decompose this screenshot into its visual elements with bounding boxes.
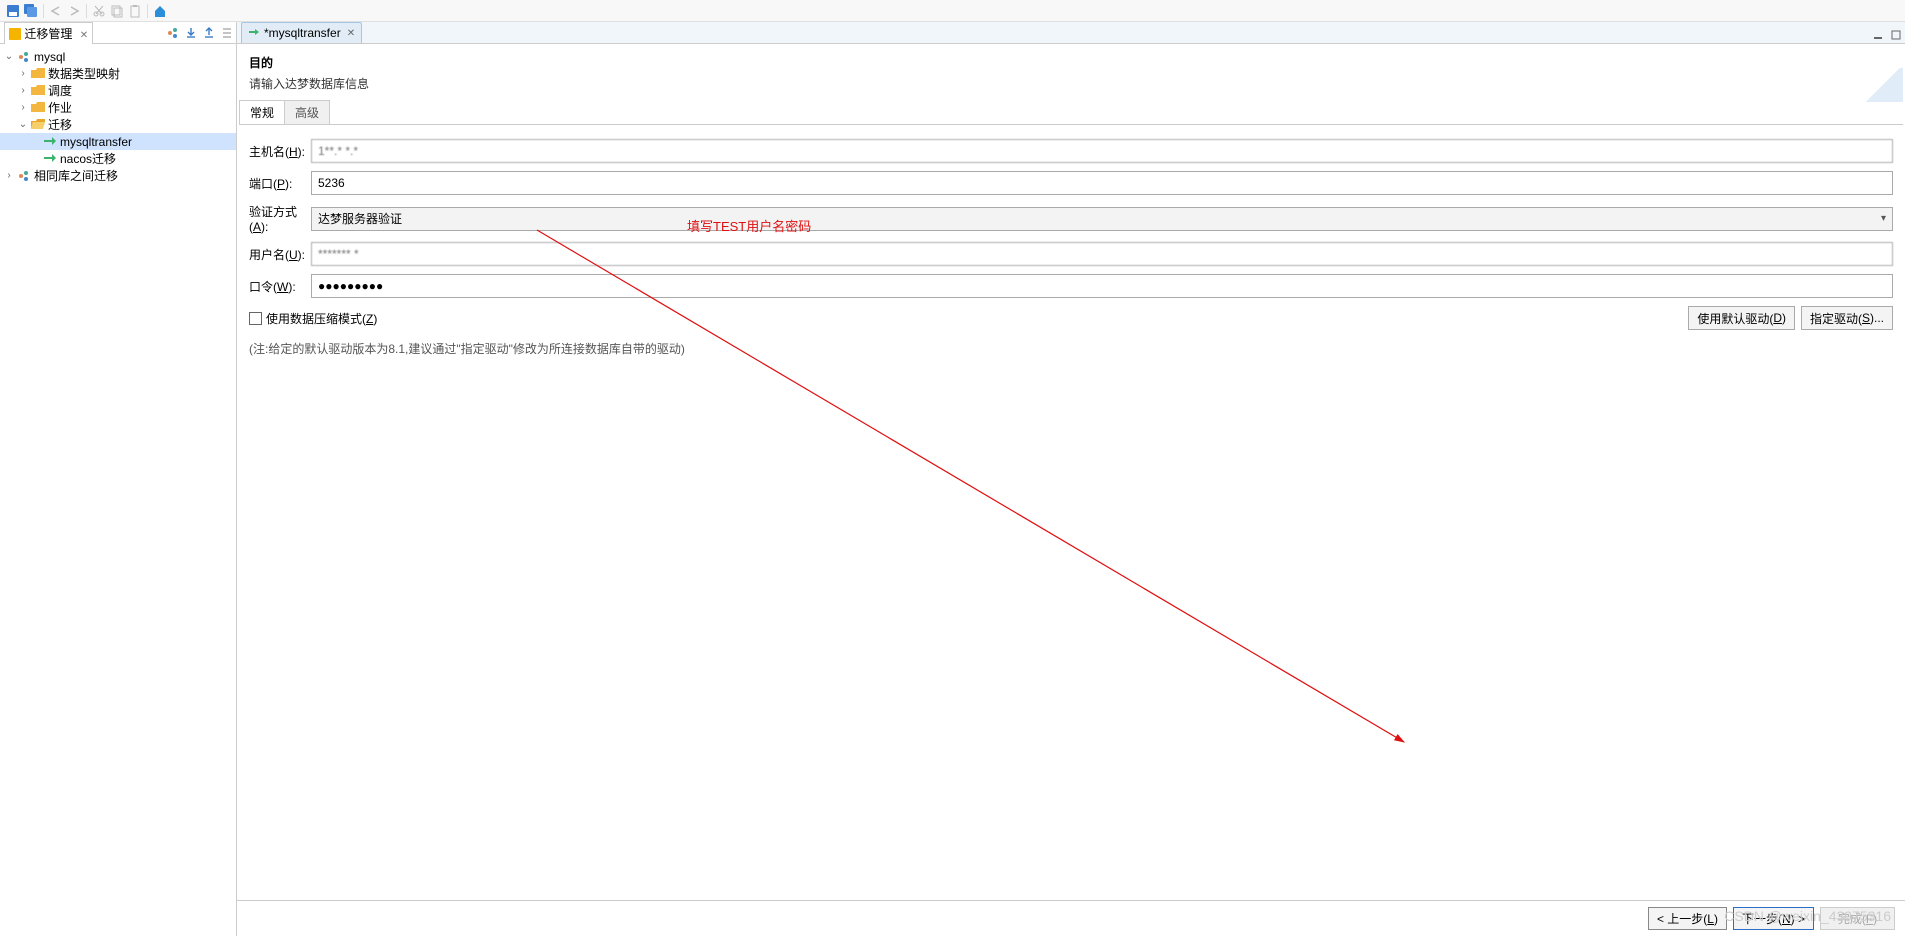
wizard-form: 目的 请输入达梦数据库信息 常规 高级 主机名(H): 端口(P): 验证方式(… <box>237 44 1905 936</box>
host-input[interactable] <box>311 139 1893 163</box>
minimize-icon[interactable] <box>1870 27 1886 43</box>
save-all-icon[interactable] <box>22 2 40 20</box>
expand-toggle[interactable]: › <box>2 170 16 181</box>
tree-item-schedule[interactable]: › 调度 <box>0 82 236 99</box>
app-toolbar <box>0 0 1905 22</box>
select-driver-button[interactable]: 指定驱动(S)... <box>1801 306 1893 330</box>
compress-label: 使用数据压缩模式(Z) <box>266 310 377 327</box>
password-input[interactable] <box>311 274 1893 298</box>
tree-label: 相同库之间迁移 <box>34 167 118 184</box>
auth-select[interactable]: 达梦服务器验证 ▾ <box>311 207 1893 231</box>
chevron-down-icon: ▾ <box>1881 213 1886 224</box>
folder-icon <box>30 83 46 99</box>
folder-icon <box>30 100 46 116</box>
port-input[interactable] <box>311 171 1893 195</box>
main-area: 迁移管理 ✕ ⌄ mysql › 数据类型映射 › 调度 <box>0 22 1905 936</box>
transfer-icon <box>42 151 58 167</box>
editor-tabbar: *mysqltransfer ✕ <box>237 22 1905 44</box>
redo-icon[interactable] <box>65 2 83 20</box>
form-subtitle: 请输入达梦数据库信息 <box>249 75 1893 92</box>
next-button[interactable]: 下一步(N) > <box>1733 907 1814 930</box>
pw-label: 口令(W): <box>249 278 311 295</box>
auth-label: 验证方式(A): <box>249 203 311 234</box>
folder-open-icon <box>30 117 46 133</box>
tree-root-samedb[interactable]: › 相同库之间迁移 <box>0 167 236 184</box>
tree-item-job[interactable]: › 作业 <box>0 99 236 116</box>
panel-tabbar: 迁移管理 ✕ <box>0 22 236 44</box>
expand-toggle[interactable]: › <box>16 68 30 79</box>
form-tabs: 常规 高级 <box>239 100 1903 125</box>
tree-label: 调度 <box>48 82 72 99</box>
expand-toggle[interactable]: › <box>16 85 30 96</box>
editor-tab-label: *mysqltransfer <box>264 26 341 40</box>
driver-note: (注:给定的默认驱动版本为8.1,建议通过"指定驱动"修改为所连接数据库自带的驱… <box>249 340 1893 357</box>
tree-label: mysql <box>34 50 65 64</box>
editor-panel: *mysqltransfer ✕ 目的 请输入达梦数据库信息 常规 高级 主机名… <box>237 22 1905 936</box>
collapse-toggle[interactable]: ⌄ <box>16 119 30 130</box>
close-icon[interactable]: ✕ <box>80 30 88 41</box>
tab-general[interactable]: 常规 <box>239 100 285 124</box>
tab-advanced[interactable]: 高级 <box>284 100 330 124</box>
tree-item-datatype[interactable]: › 数据类型映射 <box>0 65 236 82</box>
form-header: 目的 请输入达梦数据库信息 <box>237 44 1905 100</box>
toolbar-separator <box>86 4 87 18</box>
finish-button: 完成(F) <box>1820 907 1895 930</box>
host-label: 主机名(H): <box>249 143 311 160</box>
folder-icon <box>30 66 46 82</box>
cluster-icon[interactable] <box>165 25 181 41</box>
tree-root-mysql[interactable]: ⌄ mysql <box>0 48 236 65</box>
tree-label: mysqltransfer <box>60 135 132 149</box>
form-body: 主机名(H): 端口(P): 验证方式(A): 达梦服务器验证 ▾ 用户名(U)… <box>237 125 1905 363</box>
panel-tab-label: 迁移管理 <box>24 27 72 41</box>
toolbar-separator <box>43 4 44 18</box>
user-label: 用户名(U): <box>249 246 311 263</box>
tree-item-migration[interactable]: ⌄ 迁移 <box>0 116 236 133</box>
undo-icon[interactable] <box>47 2 65 20</box>
toolbar-separator <box>147 4 148 18</box>
tree-label: 数据类型映射 <box>48 65 120 82</box>
expand-toggle[interactable]: › <box>16 102 30 113</box>
collapse-icon[interactable] <box>219 25 235 41</box>
collapse-toggle[interactable]: ⌄ <box>2 51 16 62</box>
port-label: 端口(P): <box>249 175 311 192</box>
cluster-icon <box>16 49 32 65</box>
auth-value: 达梦服务器验证 <box>318 210 402 227</box>
tree-label: nacos迁移 <box>60 150 116 167</box>
form-title: 目的 <box>249 54 1893 71</box>
cut-icon[interactable] <box>90 2 108 20</box>
header-decoration <box>1863 68 1903 102</box>
transfer-icon <box>42 134 58 150</box>
default-driver-button[interactable]: 使用默认驱动(D) <box>1688 306 1795 330</box>
close-icon[interactable]: ✕ <box>347 28 355 39</box>
editor-tab-mysqltransfer[interactable]: *mysqltransfer ✕ <box>241 22 362 43</box>
export-icon[interactable] <box>201 25 217 41</box>
tree-item-nacos[interactable]: nacos迁移 <box>0 150 236 167</box>
panel-tab-migration[interactable]: 迁移管理 ✕ <box>4 22 93 44</box>
maximize-icon[interactable] <box>1888 27 1904 43</box>
paste-icon[interactable] <box>126 2 144 20</box>
compress-checkbox[interactable] <box>249 312 262 325</box>
migration-tree: ⌄ mysql › 数据类型映射 › 调度 › 作业 ⌄ <box>0 44 236 936</box>
wizard-footer: < 上一步(L) 下一步(N) > 完成(F) <box>237 900 1905 936</box>
copy-icon[interactable] <box>108 2 126 20</box>
user-input[interactable] <box>311 242 1893 266</box>
back-button[interactable]: < 上一步(L) <box>1648 907 1727 930</box>
left-panel: 迁移管理 ✕ ⌄ mysql › 数据类型映射 › 调度 <box>0 22 237 936</box>
tree-item-mysqltransfer[interactable]: mysqltransfer <box>0 133 236 150</box>
tree-label: 作业 <box>48 99 72 116</box>
cluster-icon <box>16 168 32 184</box>
tree-label: 迁移 <box>48 116 72 133</box>
save-icon[interactable] <box>4 2 22 20</box>
import-icon[interactable] <box>183 25 199 41</box>
home-icon[interactable] <box>151 2 169 20</box>
transfer-icon <box>248 28 260 38</box>
